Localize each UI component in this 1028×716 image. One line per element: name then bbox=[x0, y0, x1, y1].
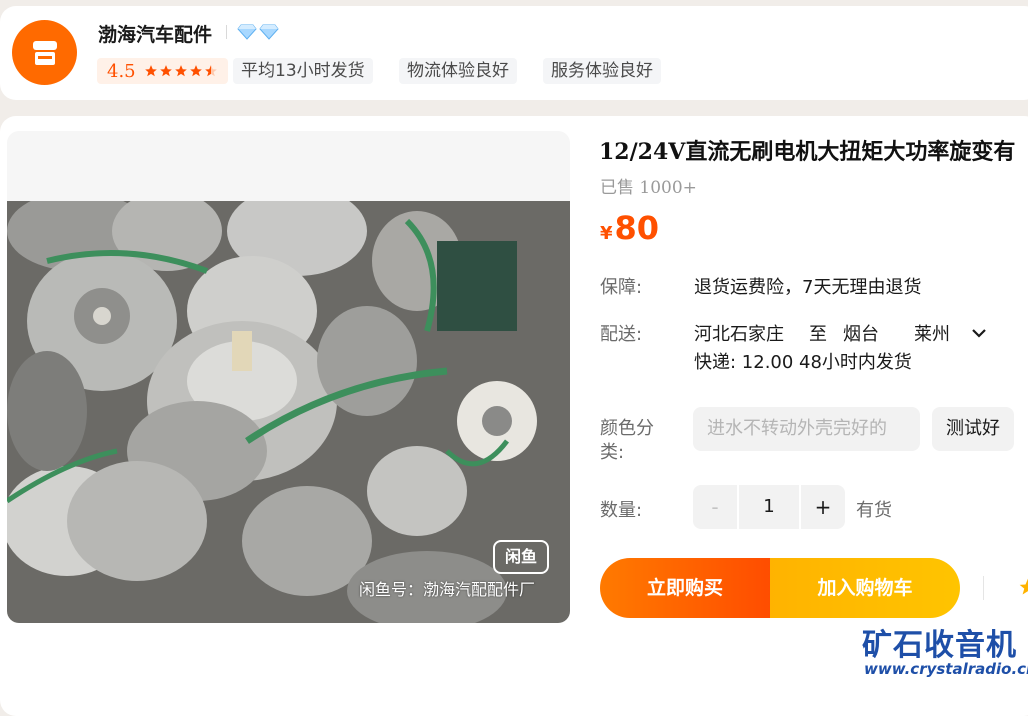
qty-minus-button[interactable]: - bbox=[693, 485, 737, 529]
stock-status: 有货 bbox=[856, 500, 892, 521]
guarantee-value: 退货运费险，7天无理由退货 bbox=[694, 277, 922, 298]
option-disabled[interactable]: 进水不转动外壳完好的 bbox=[693, 407, 920, 451]
sold-count: 已售 1000+ bbox=[600, 178, 697, 198]
price-value: 80 bbox=[614, 209, 660, 247]
guarantee-label: 保障: bbox=[600, 277, 643, 298]
chevron-down-icon[interactable] bbox=[970, 326, 988, 340]
diamond-icon bbox=[237, 24, 257, 40]
currency-symbol: ¥ bbox=[600, 223, 613, 244]
divider bbox=[983, 576, 984, 600]
dest-city[interactable]: 烟台 bbox=[843, 320, 879, 346]
star-icon bbox=[144, 65, 157, 77]
xianyu-watermark-text: 闲鱼号：渤海汽配配件厂 bbox=[359, 580, 536, 599]
star-half-icon bbox=[204, 65, 217, 77]
star-icon bbox=[189, 65, 202, 77]
star-icon bbox=[159, 65, 172, 77]
buy-now-button[interactable]: 立即购买 bbox=[600, 558, 770, 618]
shop-name[interactable]: 渤海汽车配件 bbox=[98, 20, 212, 47]
star-icon bbox=[174, 65, 187, 77]
diamond-icon bbox=[259, 24, 279, 40]
dest-district[interactable]: 莱州 bbox=[914, 320, 950, 346]
shop-tag: 服务体验良好 bbox=[543, 58, 661, 84]
site-watermark-name: 矿石收音机 bbox=[862, 628, 1017, 663]
rating-value: 4.5 bbox=[107, 60, 136, 82]
color-label: 颜色分类: bbox=[600, 418, 654, 463]
ship-to-word: 至 bbox=[809, 324, 827, 345]
shipping-label: 配送: bbox=[600, 324, 643, 345]
add-to-cart-button[interactable]: 加入购物车 bbox=[770, 558, 960, 618]
express-fee: 快递: 12.00 bbox=[694, 352, 794, 373]
product-title: 12/24V直流无刷电机大扭矩大功率旋变有 bbox=[599, 139, 1016, 165]
favorite-star-icon[interactable] bbox=[1018, 577, 1028, 597]
option-tested[interactable]: 测试好 bbox=[932, 407, 1014, 451]
product-gallery[interactable] bbox=[7, 131, 570, 623]
ship-from: 河北石家庄 bbox=[694, 324, 784, 345]
quantity-label: 数量: bbox=[600, 500, 643, 521]
ship-time: 48小时内发货 bbox=[799, 352, 912, 373]
xianyu-watermark-badge: 闲鱼 bbox=[493, 540, 549, 574]
rating-stars bbox=[144, 64, 218, 78]
shop-rating: 4.5 bbox=[97, 58, 228, 84]
qty-input[interactable]: 1 bbox=[739, 485, 799, 529]
shop-tag: 平均13小时发货 bbox=[233, 58, 373, 84]
shop-store-icon bbox=[32, 40, 57, 65]
product-price: ¥ 80 bbox=[600, 209, 659, 247]
site-watermark-url: www.crystalradio.cn bbox=[864, 660, 1028, 678]
quantity-stepper: - 1 + bbox=[693, 485, 845, 529]
qty-plus-button[interactable]: + bbox=[801, 485, 845, 529]
shop-level-badge bbox=[226, 24, 279, 40]
product-photo[interactable] bbox=[7, 201, 570, 623]
shop-logo[interactable] bbox=[12, 20, 77, 85]
shop-tag: 物流体验良好 bbox=[399, 58, 517, 84]
